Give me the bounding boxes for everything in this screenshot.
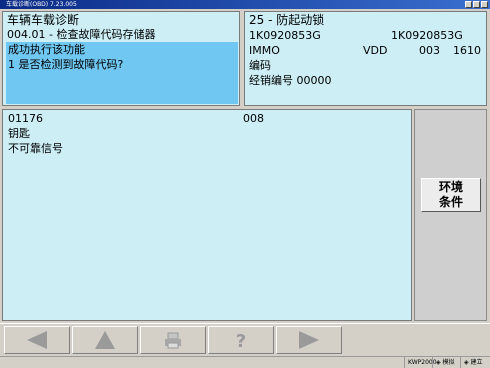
close-button[interactable] xyxy=(481,1,488,8)
window-title: 车载诊断(OBD) 7.23.005 xyxy=(6,1,77,8)
maximize-button[interactable] xyxy=(473,1,480,8)
dealer-number: 经销编号 00000 xyxy=(249,74,332,87)
svg-text:?: ? xyxy=(236,331,246,350)
bottom-toolbar: ? xyxy=(0,323,490,356)
status-bar: KWP2000 ◈ 模拟 ◈ 建立 xyxy=(0,356,490,368)
status-connection: ◈ 建立 xyxy=(460,357,490,368)
fault-code-number: 008 xyxy=(243,112,264,125)
forward-button[interactable] xyxy=(276,326,342,354)
panel-title: 车辆车载诊断 xyxy=(7,13,80,27)
status-protocol: KWP2000 xyxy=(404,357,437,368)
side-button-panel: 环境 条件 xyxy=(414,109,487,321)
fault-code: 01176 xyxy=(8,112,43,125)
version-number: 003 xyxy=(419,44,440,57)
button-line1: 环境 xyxy=(438,180,463,194)
environment-conditions-button[interactable]: 环境 条件 xyxy=(421,178,481,212)
function-label: 004.01 - 检查故障代码存储器 xyxy=(7,28,156,41)
control-unit-info-panel: 25 - 防起动锁 1K0920853G 1K0920853G IMMO VDD… xyxy=(244,11,487,106)
part-number-2: 1K0920853G xyxy=(391,29,463,42)
vehicle-diagnosis-panel: 车辆车载诊断 004.01 - 检查故障代码存储器 成功执行该功能 1 是否检测… xyxy=(2,11,240,106)
coding-label: 编码 xyxy=(249,59,271,72)
window-titlebar: 车载诊断(OBD) 7.23.005 xyxy=(0,0,490,9)
print-icon xyxy=(165,332,181,349)
button-line2: 条件 xyxy=(438,195,463,209)
window-controls xyxy=(465,1,488,8)
fault-description: 不可靠信号 xyxy=(8,142,63,155)
result-message-line1: 成功执行该功能 xyxy=(8,43,85,56)
up-arrow-icon xyxy=(95,331,115,349)
control-unit-title: 25 - 防起动锁 xyxy=(249,13,325,27)
fault-code-list: 01176 008 钥匙 不可靠信号 xyxy=(2,109,412,321)
vdd-label: VDD xyxy=(363,44,388,57)
forward-arrow-icon xyxy=(299,331,319,349)
system-name: IMMO xyxy=(249,44,280,57)
status-mode: ◈ 模拟 xyxy=(432,357,460,368)
up-button[interactable] xyxy=(72,326,138,354)
software-number: 1610 xyxy=(453,44,481,57)
result-message-line2: 1 是否检测到故障代码? xyxy=(8,58,124,71)
part-number-1: 1K0920853G xyxy=(249,29,321,42)
help-icon: ? xyxy=(236,331,246,350)
back-arrow-icon xyxy=(27,331,47,349)
minimize-button[interactable] xyxy=(465,1,472,8)
back-button[interactable] xyxy=(4,326,70,354)
fault-component: 钥匙 xyxy=(8,127,30,140)
help-button[interactable]: ? xyxy=(208,326,274,354)
print-button[interactable] xyxy=(140,326,206,354)
